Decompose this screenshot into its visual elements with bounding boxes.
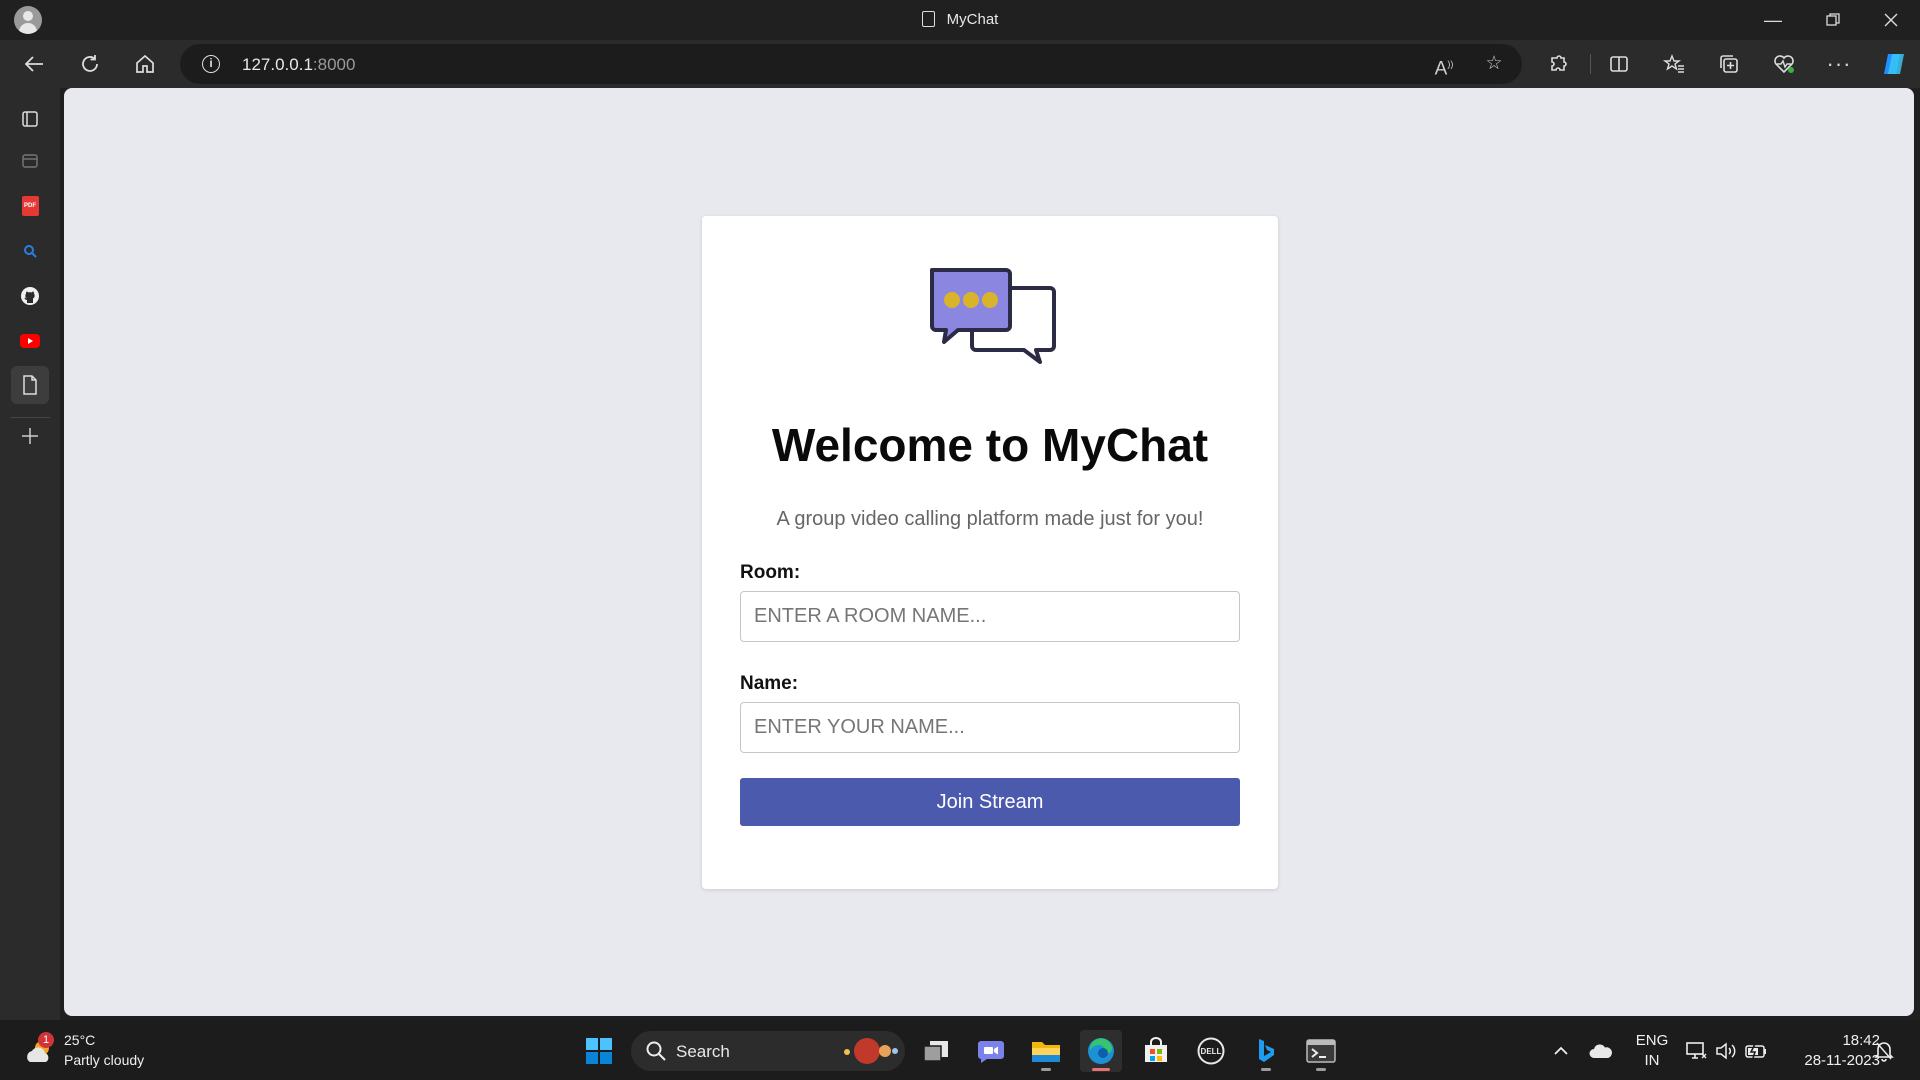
minimize-button[interactable]: — bbox=[1744, 0, 1802, 40]
workspace-tab-icon[interactable] bbox=[11, 142, 49, 180]
room-label: Room: bbox=[740, 562, 801, 583]
weather-temp: 25°C bbox=[64, 1032, 96, 1048]
join-stream-button[interactable]: Join Stream bbox=[740, 778, 1240, 826]
browser-essentials-icon[interactable] bbox=[1766, 46, 1802, 82]
search-label: Search bbox=[676, 1042, 730, 1061]
name-label: Name: bbox=[740, 673, 799, 694]
browser-toolbar: i 127.0.0.1:8000 A)) ☆ ··· bbox=[0, 40, 1920, 88]
extensions-icon[interactable] bbox=[1541, 46, 1577, 82]
start-button[interactable] bbox=[578, 1030, 620, 1072]
microsoft-store-button[interactable] bbox=[1135, 1030, 1177, 1072]
teams-chat-button[interactable] bbox=[970, 1030, 1012, 1072]
notifications-bell-icon[interactable] bbox=[1866, 1030, 1902, 1072]
svg-text:DELL: DELL bbox=[1201, 1047, 1222, 1056]
refresh-button[interactable] bbox=[72, 46, 108, 82]
favorites-icon[interactable] bbox=[1656, 46, 1692, 82]
edge-browser-button[interactable] bbox=[1080, 1030, 1122, 1072]
page-title: Welcome to MyChat bbox=[771, 419, 1209, 471]
join-card: Welcome to MyChat A group video calling … bbox=[702, 216, 1278, 889]
restore-button[interactable] bbox=[1804, 0, 1862, 40]
room-input[interactable] bbox=[740, 591, 1240, 642]
pdf-tab-icon[interactable]: PDF bbox=[11, 187, 49, 225]
collections-icon[interactable] bbox=[1711, 46, 1747, 82]
tab-actions-icon[interactable] bbox=[11, 100, 49, 138]
url-text[interactable]: 127.0.0.1:8000 bbox=[242, 55, 355, 75]
task-view-button[interactable] bbox=[915, 1030, 957, 1072]
github-tab-icon[interactable] bbox=[11, 277, 49, 315]
page-icon bbox=[921, 11, 935, 27]
search-icon bbox=[646, 1041, 666, 1061]
dell-app-button[interactable]: DELL bbox=[1190, 1030, 1232, 1072]
clock-time: 18:42 bbox=[1842, 1032, 1880, 1049]
clock-date: 28-11-2023 bbox=[1804, 1052, 1880, 1069]
split-screen-icon[interactable] bbox=[1601, 46, 1637, 82]
language-code: ENG bbox=[1635, 1032, 1669, 1049]
onedrive-icon[interactable] bbox=[1581, 1030, 1621, 1072]
weather-desc: Partly cloudy bbox=[64, 1052, 145, 1068]
battery-icon[interactable] bbox=[1738, 1030, 1774, 1072]
weather-badge: 1 bbox=[38, 1032, 54, 1048]
name-input[interactable] bbox=[740, 702, 1240, 753]
taskbar: 1 25°C Partly cloudy Search DELL ENG IN … bbox=[0, 1020, 1920, 1080]
youtube-tab-icon[interactable] bbox=[11, 322, 49, 360]
region-code: IN bbox=[1644, 1052, 1660, 1069]
taskbar-search[interactable]: Search bbox=[631, 1031, 905, 1071]
new-tab-plus-icon[interactable] bbox=[11, 417, 49, 455]
read-aloud-icon[interactable]: A)) bbox=[1432, 52, 1456, 79]
home-button[interactable] bbox=[127, 46, 163, 82]
close-window-button[interactable] bbox=[1862, 0, 1920, 40]
bing-button[interactable] bbox=[1245, 1030, 1287, 1072]
language-indicator[interactable]: ENG IN bbox=[1632, 1031, 1672, 1071]
clock[interactable]: 18:42 28-11-2023 bbox=[1780, 1031, 1880, 1071]
windows-logo-icon bbox=[586, 1038, 612, 1064]
mychat-tab-icon[interactable] bbox=[11, 366, 49, 404]
terminal-button[interactable] bbox=[1300, 1030, 1342, 1072]
address-bar[interactable]: i 127.0.0.1:8000 A)) ☆ bbox=[180, 44, 1522, 84]
toolbar-divider bbox=[1590, 54, 1591, 74]
browser-sidebar: PDF bbox=[0, 88, 60, 1020]
back-button[interactable] bbox=[16, 46, 52, 82]
search-tab-icon[interactable] bbox=[11, 232, 49, 270]
show-hidden-icons-chevron-icon[interactable] bbox=[1541, 1030, 1581, 1072]
page-viewport: Welcome to MyChat A group video calling … bbox=[64, 88, 1914, 1016]
favorite-star-icon[interactable]: ☆ bbox=[1482, 52, 1506, 76]
file-explorer-button[interactable] bbox=[1025, 1030, 1067, 1072]
site-info-icon[interactable]: i bbox=[202, 55, 220, 73]
copilot-icon[interactable] bbox=[1876, 46, 1912, 82]
window-title: MyChat bbox=[0, 11, 1920, 28]
more-options-icon[interactable]: ··· bbox=[1821, 46, 1857, 82]
search-highlight-planets-icon bbox=[844, 1038, 898, 1064]
title-bar: MyChat — bbox=[0, 0, 1920, 40]
tagline: A group video calling platform made just… bbox=[776, 508, 1204, 530]
chat-bubbles-logo-icon bbox=[928, 266, 1058, 366]
